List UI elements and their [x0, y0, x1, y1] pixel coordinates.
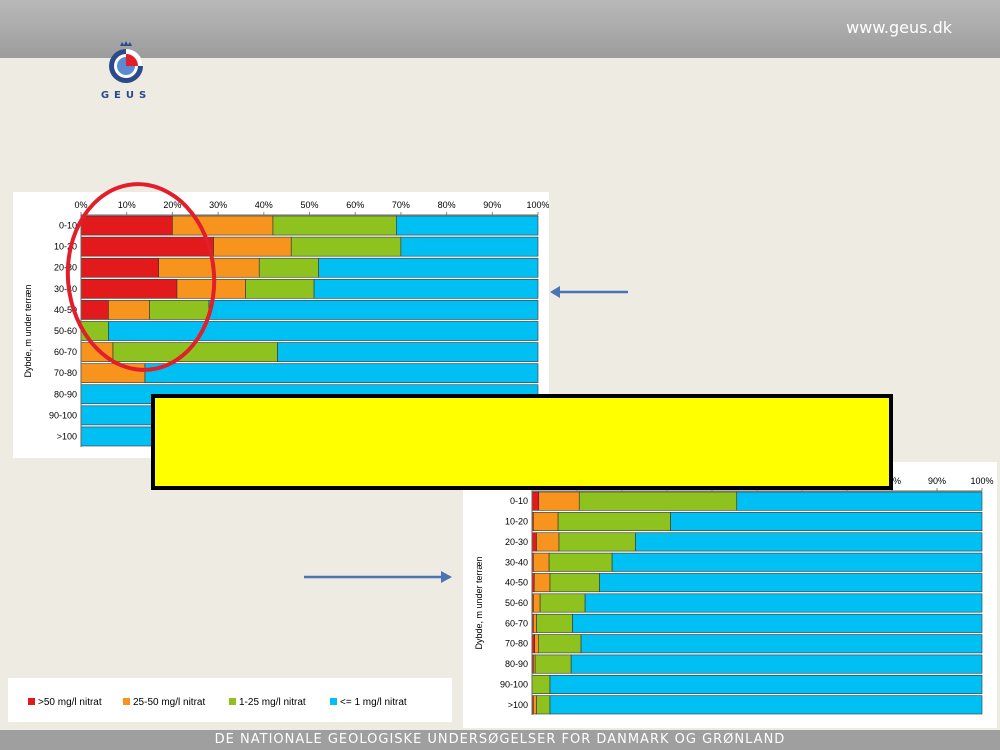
bar-segment — [549, 674, 983, 694]
bar-segment — [208, 300, 539, 320]
legend-swatch — [229, 698, 236, 705]
legend-label: >50 mg/l nitrat — [38, 697, 102, 708]
bar-segment — [670, 512, 983, 532]
bar-segment — [531, 674, 551, 694]
bar-segment — [277, 342, 539, 362]
y-tick-label: 20-30 — [505, 537, 528, 547]
site-url[interactable]: www.geus.dk — [846, 18, 952, 37]
bar-segment — [144, 363, 539, 384]
bar-segment — [536, 613, 573, 633]
callout-box — [151, 394, 893, 490]
legend: >50 mg/l nitrat 25-50 mg/l nitrat 1-25 m… — [8, 678, 452, 722]
bar-segment — [539, 593, 586, 613]
x-tick-label: 100% — [970, 476, 993, 486]
bar-segment — [536, 695, 551, 715]
bar-segment — [534, 654, 572, 674]
bar-segment — [548, 552, 613, 572]
y-axis-label: Dybde, m under terræn — [23, 284, 33, 377]
chart-bottom: 0%10%20%30%40%50%60%70%80%90%100%0-1010-… — [463, 462, 997, 728]
legend-swatch — [123, 698, 130, 705]
x-tick-label: 60% — [346, 200, 364, 210]
y-tick-label: 10-20 — [505, 517, 528, 527]
bar-segment — [531, 532, 537, 552]
bar-segment — [538, 634, 582, 654]
bar-segment — [313, 278, 539, 299]
bar-segment — [400, 236, 539, 257]
y-tick-label: >100 — [57, 431, 77, 441]
x-tick-label: 90% — [928, 476, 946, 486]
arrow-right-icon — [304, 571, 452, 583]
y-tick-label: 80-90 — [54, 389, 77, 399]
bar-segment — [558, 532, 636, 552]
logo-text: GEUS — [100, 90, 152, 101]
legend-swatch — [28, 698, 35, 705]
x-tick-label: 30% — [209, 200, 227, 210]
legend-label: 1-25 mg/l nitrat — [239, 697, 306, 708]
y-tick-label: 90-100 — [500, 679, 528, 689]
bar-segment — [533, 512, 559, 532]
bar-segment — [533, 613, 537, 633]
bar-segment — [272, 215, 397, 236]
legend-item: 25-50 mg/l nitrat — [123, 697, 205, 708]
bar-segment — [533, 695, 537, 715]
y-tick-label: 70-80 — [54, 368, 77, 378]
y-tick-label: 90-100 — [49, 410, 77, 420]
bar-segment — [599, 573, 983, 593]
footer-text: DE NATIONALE GEOLOGISKE UNDERSØGELSER FO… — [214, 732, 786, 747]
bar-segment — [549, 573, 600, 593]
y-tick-label: 80-90 — [505, 659, 528, 669]
bar-segment — [572, 613, 983, 633]
geus-logo-icon — [109, 41, 143, 83]
x-tick-label: 70% — [392, 200, 410, 210]
x-tick-label: 90% — [483, 200, 501, 210]
bar-segment — [290, 236, 402, 257]
footer-bar: DE NATIONALE GEOLOGISKE UNDERSØGELSER FO… — [0, 730, 1000, 750]
bar-segment — [531, 491, 540, 511]
x-tick-label: 80% — [438, 200, 456, 210]
chart-bottom-svg: 0%10%20%30%40%50%60%70%80%90%100%0-1010-… — [474, 476, 994, 715]
geus-logo: GEUS — [98, 36, 154, 106]
y-tick-label: >100 — [508, 700, 528, 710]
y-tick-label: 60-70 — [54, 347, 77, 357]
y-tick-label: 50-60 — [505, 598, 528, 608]
bar-segment — [635, 532, 983, 552]
bar-segment — [396, 215, 539, 236]
bar-segment — [533, 552, 550, 572]
bar-segment — [534, 634, 539, 654]
bar-segment — [245, 278, 315, 299]
x-tick-label: 100% — [526, 200, 549, 210]
y-tick-label: 70-80 — [505, 639, 528, 649]
x-tick-label: 50% — [300, 200, 318, 210]
y-axis-label: Dybde, m under terræn — [474, 556, 484, 649]
bar-segment — [533, 573, 551, 593]
bar-segment — [538, 491, 580, 511]
legend-item: 1-25 mg/l nitrat — [229, 697, 306, 708]
bar-segment — [584, 593, 983, 613]
x-tick-label: 40% — [255, 200, 273, 210]
legend-item: >50 mg/l nitrat — [28, 697, 102, 708]
bar-segment — [611, 552, 983, 572]
bar-segment — [536, 532, 560, 552]
y-tick-label: 40-50 — [505, 578, 528, 588]
bar-segment — [557, 512, 671, 532]
y-tick-label: 50-60 — [54, 326, 77, 336]
bar-segment — [578, 491, 738, 511]
legend-swatch — [330, 698, 337, 705]
bar-segment — [258, 257, 319, 278]
bar-segment — [318, 257, 539, 278]
arrow-left-icon — [550, 286, 628, 298]
bar-segment — [213, 236, 292, 257]
legend-label: <= 1 mg/l nitrat — [340, 697, 407, 708]
bar-segment — [736, 491, 983, 511]
legend-item: <= 1 mg/l nitrat — [330, 697, 407, 708]
y-tick-label: 30-40 — [505, 557, 528, 567]
legend-label: 25-50 mg/l nitrat — [133, 697, 206, 708]
y-tick-label: 60-70 — [505, 618, 528, 628]
bar-segment — [570, 654, 983, 674]
y-tick-label: 0-10 — [510, 496, 528, 506]
bar-segment — [549, 695, 983, 715]
bar-segment — [580, 634, 983, 654]
bar-segment — [533, 593, 541, 613]
